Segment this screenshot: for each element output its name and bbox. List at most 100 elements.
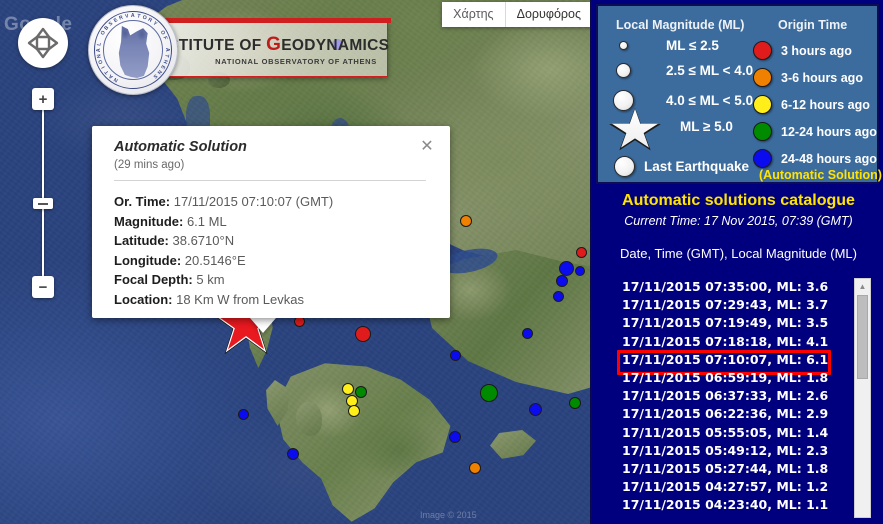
seal-text-char: A: [96, 48, 102, 52]
earthquake-marker[interactable]: [450, 350, 461, 361]
close-icon[interactable]: ✕: [418, 137, 436, 155]
legend-origintime-label: 24-48 hours ago: [781, 152, 877, 166]
catalogue-list[interactable]: 17/11/2015 07:35:00, ML: 3.617/11/2015 0…: [606, 278, 854, 518]
catalogue-current-time: Current Time: 17 Nov 2015, 07:39 (GMT): [592, 214, 883, 228]
popup-field-value: 38.6710°N: [169, 233, 234, 248]
legend-automatic-solution-note: (Automatic Solution): [759, 168, 882, 182]
seal-text-char: Y: [151, 20, 158, 27]
map-viewport[interactable]: Google Image © 2015 + − Χάρτης Δορυφ: [0, 0, 590, 524]
earthquake-marker[interactable]: [355, 326, 371, 342]
map-legend: Local Magnitude (ML) Origin Time ML ≤ 2.…: [596, 4, 879, 184]
popup-field-label: Magnitude:: [114, 214, 183, 229]
popup-age: (29 mins ago): [114, 159, 184, 171]
catalogue-row[interactable]: 17/11/2015 04:05:40, ML: 2.6: [606, 515, 854, 518]
catalogue-row[interactable]: 17/11/2015 06:59:19, ML: 1.8: [606, 369, 854, 387]
catalogue-row[interactable]: 17/11/2015 05:27:44, ML: 1.8: [606, 460, 854, 478]
logo-subtitle: NATIONAL OBSERVATORY OF ATHENS: [215, 57, 377, 66]
seal-text-char: A: [164, 48, 170, 52]
legend-magnitude-circle: [619, 41, 628, 50]
legend-magnitude-label: ML ≥ 5.0: [680, 119, 733, 134]
earthquake-marker[interactable]: [238, 409, 249, 420]
popup-field-label: Longitude:: [114, 253, 181, 268]
zoom-slider-thumb[interactable]: [33, 198, 53, 209]
seal-text-char: T: [137, 13, 142, 20]
earthquake-marker[interactable]: [348, 405, 360, 417]
seal-text-char: N: [113, 76, 120, 83]
logo-title-eodynamics: EODYNAMICS: [281, 37, 389, 54]
legend-origintime-label: 6-12 hours ago: [781, 98, 870, 112]
seal-text-char: F: [162, 36, 169, 41]
popup-field-row: Focal Depth: 5 km: [114, 270, 434, 290]
popup-field-value: 17/11/2015 07:10:07 (GMT): [170, 194, 333, 209]
catalogue-row[interactable]: 17/11/2015 06:37:33, ML: 2.6: [606, 387, 854, 405]
earthquake-marker[interactable]: [449, 431, 461, 443]
popup-field-row: Magnitude: 6.1 ML: [114, 212, 434, 232]
legend-last-earthquake-circle: [614, 156, 635, 177]
earthquake-marker[interactable]: [553, 291, 564, 302]
catalogue-title: Automatic solutions catalogue: [592, 192, 883, 210]
legend-origintime-label: 3-6 hours ago: [781, 71, 863, 85]
maptype-roadmap-button[interactable]: Χάρτης: [442, 2, 504, 27]
earthquake-marker[interactable]: [556, 275, 568, 287]
popup-field-label: Latitude:: [114, 233, 169, 248]
pan-control[interactable]: [18, 18, 68, 68]
earthquake-marker[interactable]: [575, 266, 585, 276]
seal-text-char: O: [97, 59, 104, 65]
earthquake-marker[interactable]: [460, 215, 472, 227]
popup-field-row: Latitude: 38.6710°N: [114, 231, 434, 251]
catalogue-row[interactable]: 17/11/2015 07:35:00, ML: 3.6: [606, 278, 854, 296]
noa-seal-icon: NATIONAL OBSERVATORY OF ATHENS: [88, 5, 178, 95]
legend-star-symbol: [608, 106, 662, 152]
earthquake-marker[interactable]: [569, 397, 581, 409]
earthquake-marker[interactable]: [576, 247, 587, 258]
scrollbar-thumb[interactable]: [857, 295, 868, 379]
legend-origintime-dot: [753, 41, 772, 60]
catalogue-row-selected[interactable]: 17/11/2015 07:10:07, ML: 6.1: [606, 351, 854, 369]
maptype-switcher[interactable]: Χάρτης Δορυφόρος: [442, 2, 590, 27]
institute-logo-banner: INSTITUTE OF GEODYNAMICS NATIONAL OBSERV…: [88, 18, 388, 80]
catalogue-row[interactable]: 17/11/2015 07:29:43, ML: 3.7: [606, 296, 854, 314]
catalogue-row[interactable]: 17/11/2015 04:23:40, ML: 1.1: [606, 496, 854, 514]
catalogue-row[interactable]: 17/11/2015 05:49:12, ML: 2.3: [606, 442, 854, 460]
zoom-in-button[interactable]: +: [32, 88, 54, 110]
imagery-copyright: Image © 2015: [420, 510, 477, 520]
legend-origintime-row: 6-12 hours ago: [753, 95, 870, 114]
earthquake-marker[interactable]: [529, 403, 542, 416]
side-panel: Local Magnitude (ML) Origin Time ML ≤ 2.…: [590, 0, 883, 524]
zoom-slider-track[interactable]: [42, 102, 44, 292]
catalogue-scrollbar[interactable]: ▲: [854, 278, 871, 518]
seal-circular-text: NATIONAL OBSERVATORY OF ATHENS: [89, 6, 177, 94]
pan-compass-icon: [18, 18, 68, 68]
zoom-out-button[interactable]: −: [32, 276, 54, 298]
earthquake-marker[interactable]: [559, 261, 574, 276]
earthquake-marker[interactable]: [287, 448, 299, 460]
earthquake-marker[interactable]: [522, 328, 533, 339]
maptype-satellite-button[interactable]: Δορυφόρος: [505, 2, 590, 27]
catalogue-row[interactable]: 17/11/2015 07:19:49, ML: 3.5: [606, 314, 854, 332]
seal-text-char: T: [163, 54, 170, 59]
earthquake-info-popup[interactable]: Automatic Solution (29 mins ago) ✕ Or. T…: [92, 126, 450, 318]
legend-origintime-dot: [753, 95, 772, 114]
catalogue-row[interactable]: 17/11/2015 07:18:18, ML: 4.1: [606, 333, 854, 351]
legend-origintime-row: 24-48 hours ago: [753, 149, 877, 168]
legend-origintime-dot: [753, 122, 772, 141]
catalogue-row[interactable]: 17/11/2015 06:22:36, ML: 2.9: [606, 405, 854, 423]
popup-field-row: Or. Time: 17/11/2015 07:10:07 (GMT): [114, 192, 434, 212]
legend-origintime-row: 3-6 hours ago: [753, 68, 863, 87]
popup-field-row: Location: 18 Km W from Levkas: [114, 290, 434, 310]
zoom-thumb-grip: [38, 203, 48, 205]
seal-text-char: V: [125, 13, 130, 20]
catalogue-row[interactable]: 17/11/2015 04:27:57, ML: 1.2: [606, 478, 854, 496]
seal-text-char: L: [96, 42, 103, 47]
legend-magnitude-circle: [616, 63, 631, 78]
earthquake-marker[interactable]: [355, 386, 367, 398]
legend-magnitude-row: ML ≥ 5.0: [680, 119, 733, 134]
scroll-up-arrow-icon[interactable]: ▲: [855, 279, 870, 293]
earthquake-marker[interactable]: [469, 462, 481, 474]
earthquake-marker[interactable]: [342, 383, 354, 395]
catalogue-row[interactable]: 17/11/2015 05:55:05, ML: 1.4: [606, 424, 854, 442]
popup-field-value: 6.1 ML: [183, 214, 226, 229]
legend-origintime-dot: [753, 149, 772, 168]
earthquake-marker[interactable]: [480, 384, 498, 402]
zoom-slider[interactable]: + −: [32, 88, 54, 298]
